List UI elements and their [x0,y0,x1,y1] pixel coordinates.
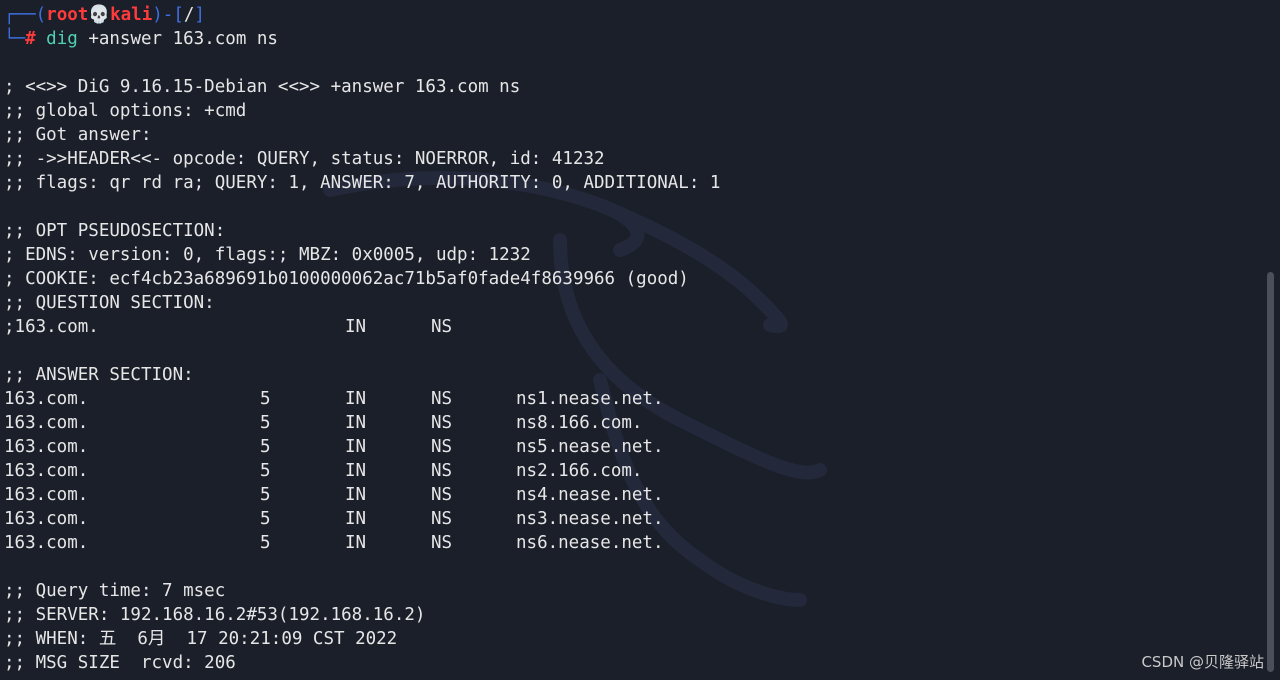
output-line: ; <<>> DiG 9.16.15-Debian <<>> +answer 1… [4,77,521,97]
answer-row: 163.com. 5 IN NS ns3.nease.net. [4,507,1254,531]
answer-data: ns1.nease.net. [516,389,664,409]
answer-data: ns5.nease.net. [516,437,664,457]
terminal-window[interactable]: ┌──(root💀kali)-[/] └─# dig +answer 163.c… [0,0,1280,680]
answer-ttl: 5 [260,509,271,529]
prompt-symbol: # [25,29,36,49]
answer-row: 163.com. 5 IN NS ns5.nease.net. [4,435,1254,459]
output-line: ;; MSG SIZE rcvd: 206 [4,653,236,673]
question-row: ;163.com. IN NS [4,315,1254,339]
answer-name: 163.com. [4,485,89,505]
question-name: ;163.com. [4,317,99,337]
answer-name: 163.com. [4,509,89,529]
terminal-output: ┌──(root💀kali)-[/] └─# dig +answer 163.c… [4,3,1254,675]
prompt-path: / [183,5,195,25]
answer-name: 163.com. [4,389,89,409]
output-line: ;; OPT PSEUDOSECTION: [4,221,226,241]
vertical-scrollbar[interactable] [1267,272,1274,672]
answer-section-heading: ;; ANSWER SECTION: [4,365,194,385]
answer-data: ns2.166.com. [516,461,643,481]
answer-data: ns8.166.com. [516,413,643,433]
prompt-close-bracket: ] [194,5,205,25]
prompt-line-2: └─# dig +answer 163.com ns [4,27,1254,51]
answer-data: ns4.nease.net. [516,485,664,505]
prompt-separator: )-[ [152,5,184,25]
output-line: ;; SERVER: 192.168.16.2#53(192.168.16.2) [4,605,426,625]
prompt-open-bracket: ┌──( [4,5,47,25]
command-args: +answer 163.com ns [77,29,278,49]
answer-type: NS [431,485,453,505]
answer-ttl: 5 [260,461,271,481]
answer-ttl: 5 [260,437,271,457]
answer-type: NS [431,437,453,457]
question-type: NS [431,317,453,337]
output-line: ;; ->>HEADER<<- opcode: QUERY, status: N… [4,149,605,169]
answer-name: 163.com. [4,437,89,457]
prompt-corner: └─ [4,29,26,49]
output-line: ;; Query time: 7 msec [4,581,226,601]
answer-name: 163.com. [4,413,89,433]
answer-ttl: 5 [260,533,271,553]
answer-class: IN [345,389,367,409]
answer-type: NS [431,461,453,481]
command-word: dig [46,29,78,49]
question-class: IN [345,317,367,337]
answer-type: NS [431,413,453,433]
answer-name: 163.com. [4,533,89,553]
answer-row: 163.com. 5 IN NS ns1.nease.net. [4,387,1254,411]
answer-class: IN [345,485,367,505]
answer-data: ns6.nease.net. [516,533,664,553]
output-line: ;; QUESTION SECTION: [4,293,215,313]
answer-class: IN [345,461,367,481]
prompt-host: kali [110,5,153,25]
answer-row: 163.com. 5 IN NS ns4.nease.net. [4,483,1254,507]
answer-rows: 163.com. 5 IN NS ns1.nease.net. 163.com. 5 IN NS… [4,387,1254,555]
prompt-user: root [46,5,89,25]
output-line: ; EDNS: version: 0, flags:; MBZ: 0x0005,… [4,245,531,265]
csdn-watermark: CSDN @贝隆驿站 [1141,653,1264,671]
answer-class: IN [345,437,367,457]
answer-ttl: 5 [260,413,271,433]
answer-ttl: 5 [260,485,271,505]
output-line: ;; flags: qr rd ra; QUERY: 1, ANSWER: 7,… [4,173,721,193]
answer-type: NS [431,389,453,409]
answer-class: IN [345,413,367,433]
output-line: ;; global options: +cmd [4,101,247,121]
answer-ttl: 5 [260,389,271,409]
answer-row: 163.com. 5 IN NS ns6.nease.net. [4,531,1254,555]
answer-name: 163.com. [4,461,89,481]
answer-data: ns3.nease.net. [516,509,664,529]
answer-class: IN [345,509,367,529]
skull-icon: 💀 [88,5,111,25]
output-line: ;; WHEN: 五 6月 17 20:21:09 CST 2022 [4,629,398,649]
answer-type: NS [431,533,453,553]
answer-row: 163.com. 5 IN NS ns2.166.com. [4,459,1254,483]
output-line: ; COOKIE: ecf4cb23a689691b0100000062ac71… [4,269,689,289]
output-line: ;; Got answer: [4,125,152,145]
prompt-line-1: ┌──(root💀kali)-[/] [4,3,1254,27]
answer-type: NS [431,509,453,529]
answer-row: 163.com. 5 IN NS ns8.166.com. [4,411,1254,435]
answer-class: IN [345,533,367,553]
